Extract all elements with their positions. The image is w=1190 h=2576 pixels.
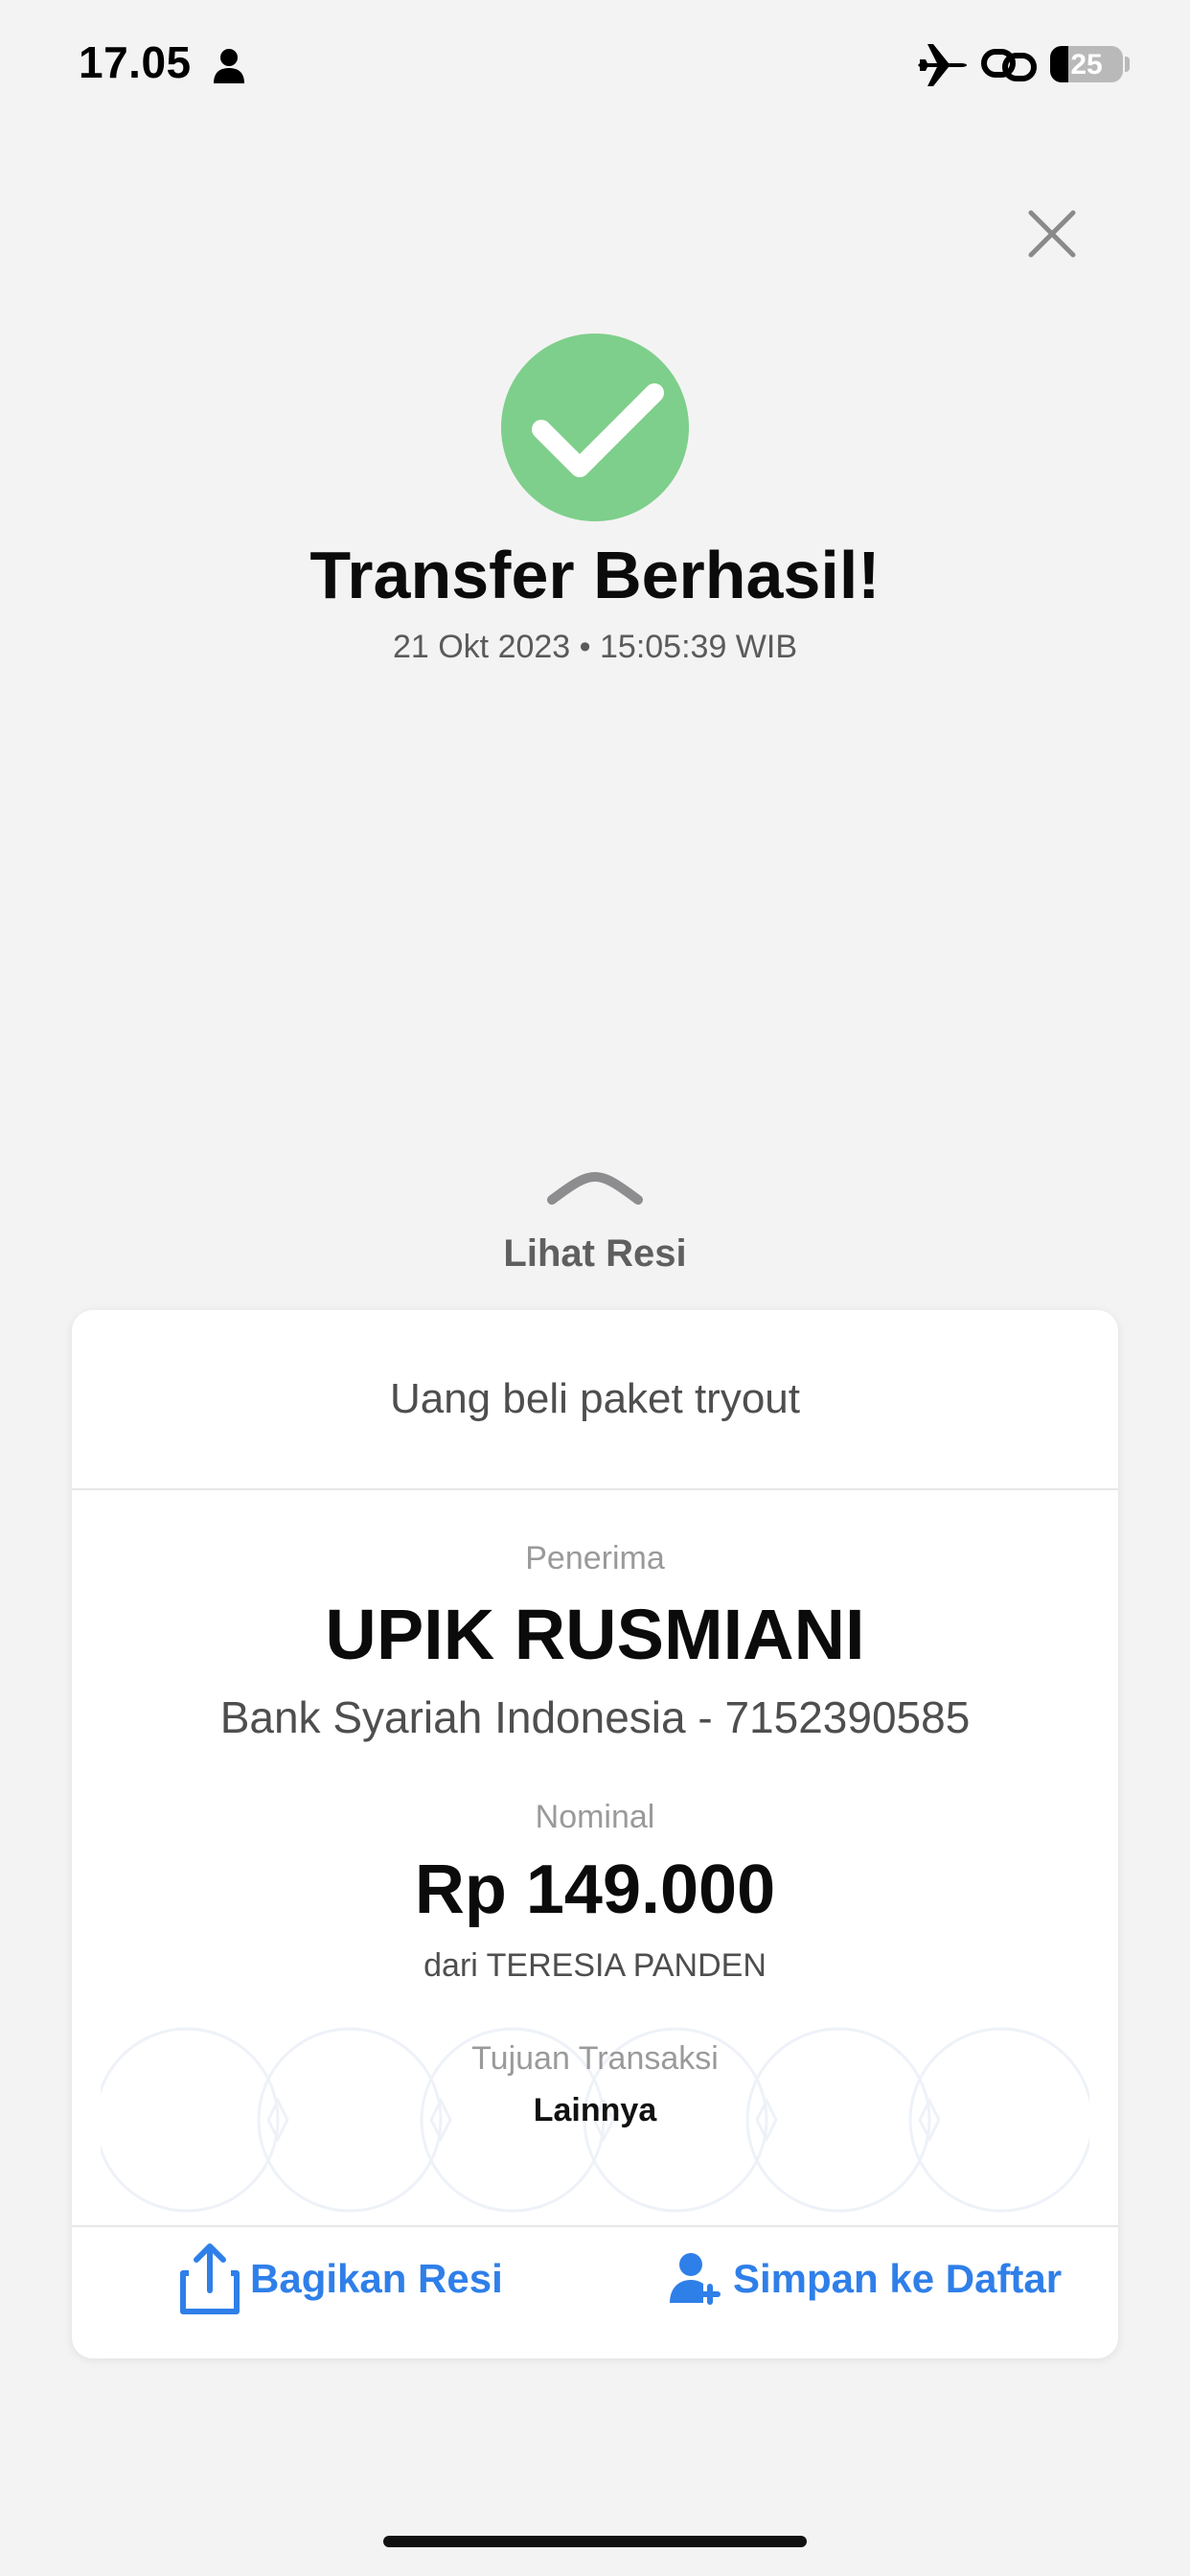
check-icon xyxy=(532,383,664,477)
page-title: Transfer Berhasil! xyxy=(309,538,881,612)
close-icon[interactable] xyxy=(1023,205,1081,263)
battery-level: 25 xyxy=(1070,49,1103,80)
battery-icon: 25 xyxy=(1050,46,1123,82)
amount-label: Nominal xyxy=(535,1799,655,1835)
add-user-icon xyxy=(670,2253,721,2305)
link-icon xyxy=(981,49,1037,81)
view-receipt-button[interactable]: Lihat Resi xyxy=(0,1232,1190,1276)
status-time: 17.05 xyxy=(79,37,192,87)
purpose-value: Lainnya xyxy=(533,2092,657,2128)
receipt-card: Uang beli paket tryout Penerima UPIK RUS… xyxy=(72,1310,1118,2358)
divider xyxy=(72,1488,1118,1490)
battery-tip xyxy=(1125,57,1130,72)
person-icon xyxy=(214,49,244,83)
transfer-note: Uang beli paket tryout xyxy=(389,1375,801,1422)
save-to-list-label: Simpan ke Daftar xyxy=(733,2256,1063,2301)
share-receipt-label: Bagikan Resi xyxy=(250,2256,503,2301)
recipient-account: Bank Syariah Indonesia - 7152390585 xyxy=(219,1692,971,1742)
share-icon xyxy=(180,2243,240,2314)
recipient-label: Penerima xyxy=(525,1540,665,1576)
home-indicator xyxy=(383,2536,807,2547)
transfer-amount: Rp 149.000 xyxy=(414,1852,776,1928)
airplane-icon xyxy=(918,44,967,86)
chevron-up-icon[interactable] xyxy=(546,1171,644,1208)
status-bar: 17.05 25 xyxy=(0,0,1190,134)
success-badge xyxy=(501,334,689,521)
sender-name: dari TERESIA PANDEN xyxy=(423,1947,767,1984)
save-to-list-button[interactable]: Simpan ke Daftar xyxy=(668,2226,1062,2332)
purpose-label: Tujuan Transaksi xyxy=(471,2040,719,2077)
transaction-timestamp: 21 Okt 2023 • 15:05:39 WIB xyxy=(392,629,798,665)
share-receipt-button[interactable]: Bagikan Resi xyxy=(179,2226,503,2332)
recipient-name: UPIK RUSMIANI xyxy=(325,1595,865,1674)
